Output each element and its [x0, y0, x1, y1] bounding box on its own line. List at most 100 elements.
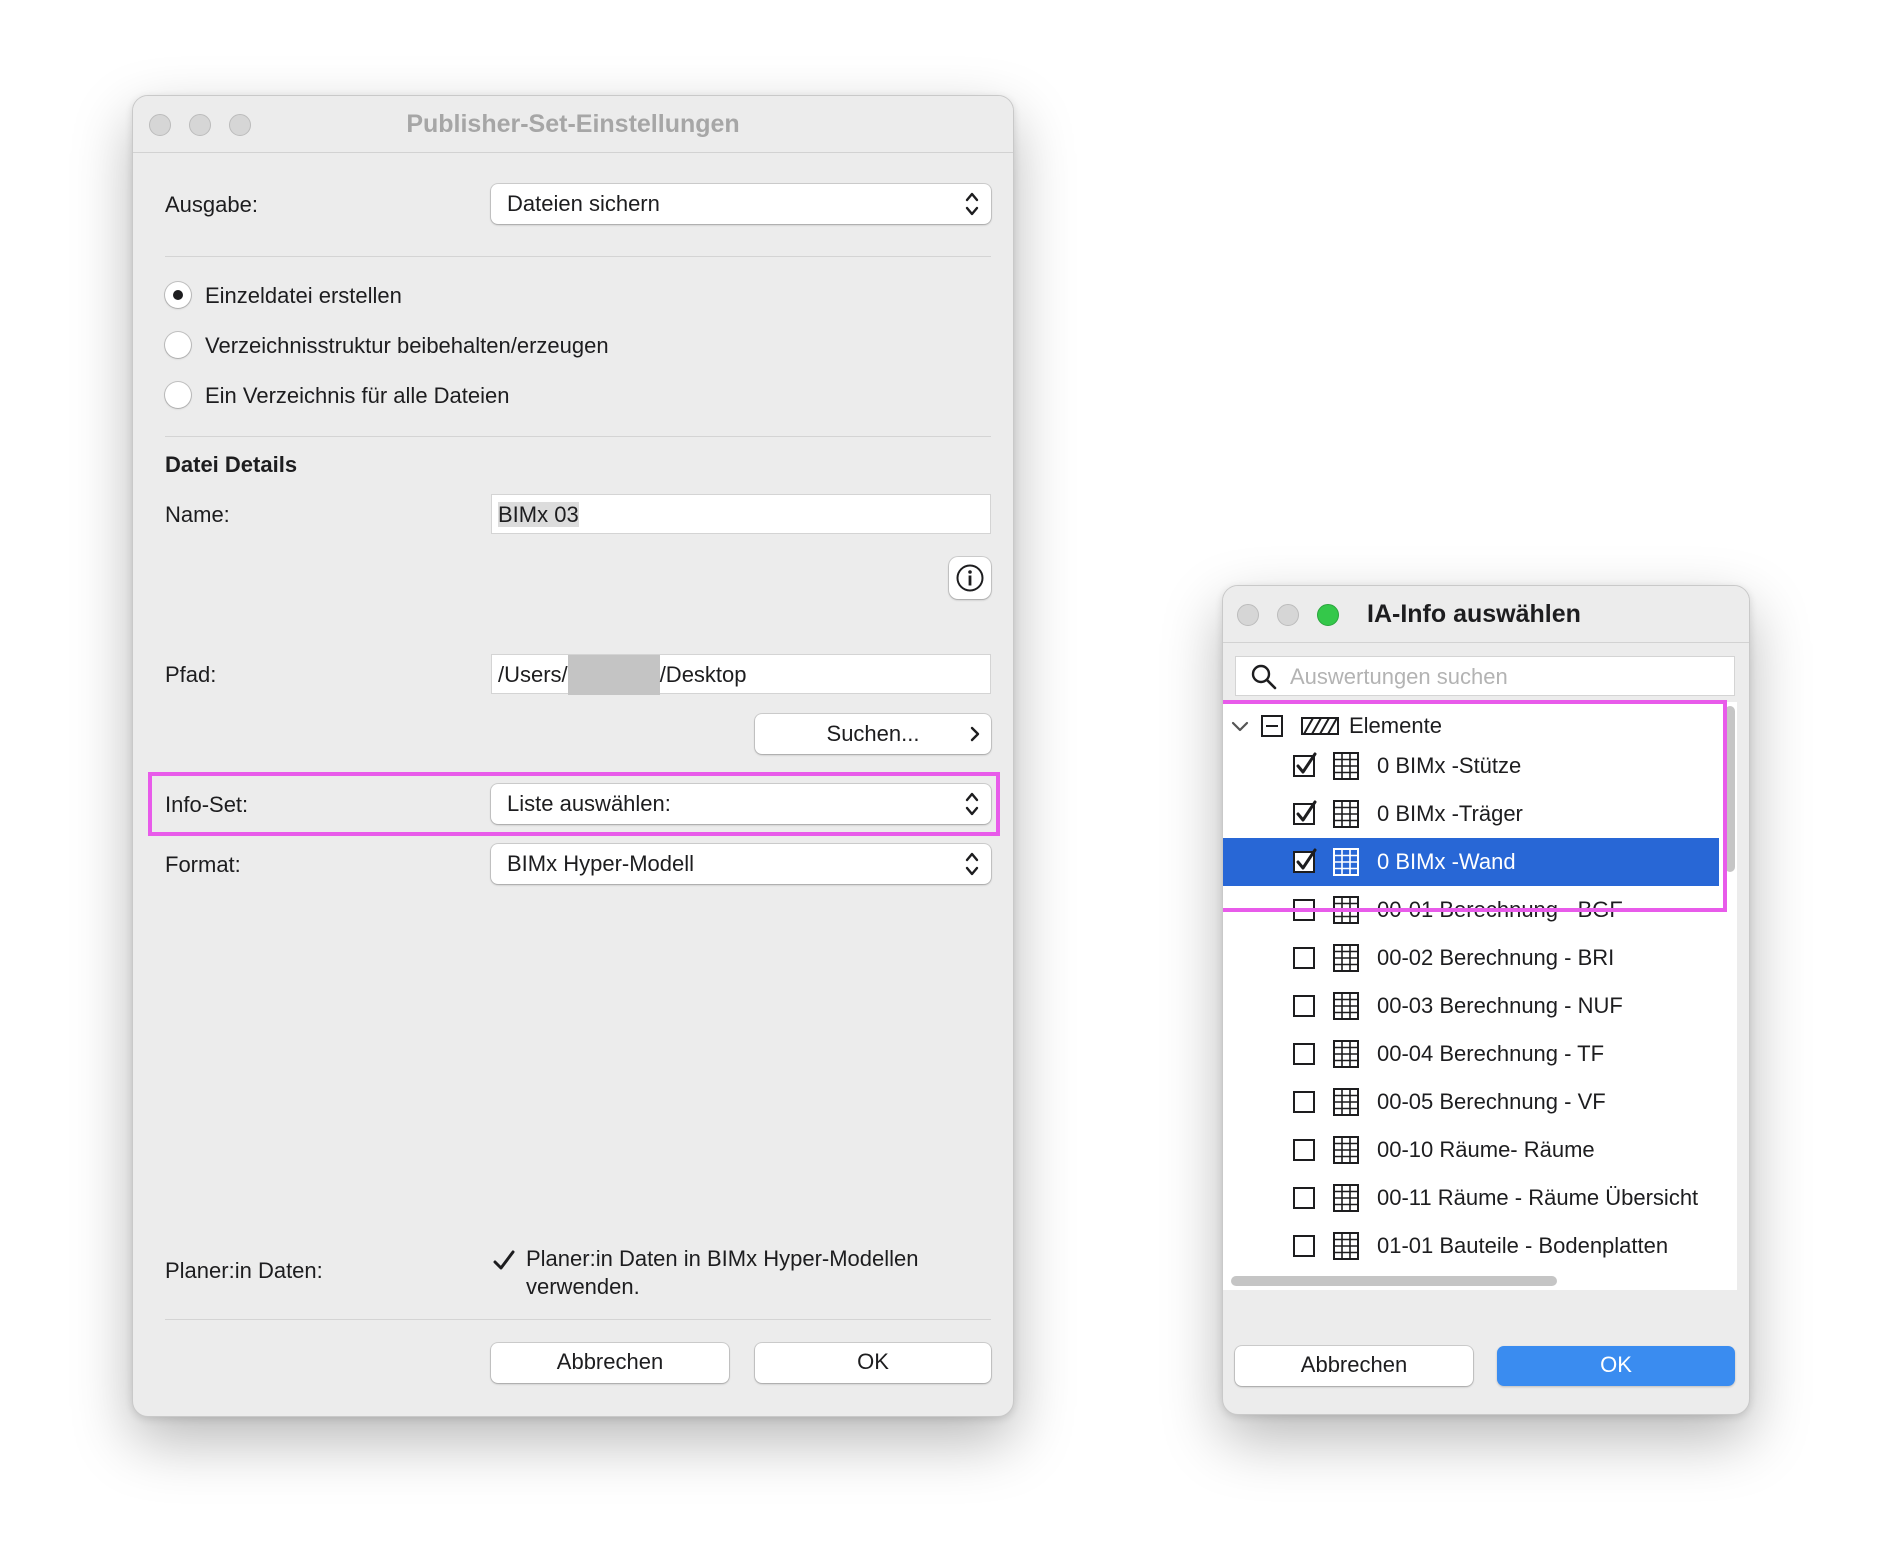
item-checkbox[interactable] [1293, 1091, 1315, 1113]
ausgabe-value: Dateien sichern [507, 191, 660, 216]
table-grid-icon [1333, 1040, 1359, 1068]
pfad-label: Pfad: [165, 662, 217, 687]
auswertungen-list[interactable]: Elemente 0 BIMx -Stütze 0 BIMx -Träger 0 B… [1223, 702, 1737, 1290]
name-input[interactable]: BIMx 03 [491, 494, 991, 534]
zoom-window-button[interactable] [1317, 604, 1339, 626]
list-item-label: 00-05 Berechnung - VF [1377, 1089, 1606, 1114]
checkmark-icon [493, 1250, 515, 1270]
ausgabe-popup[interactable]: Dateien sichern [491, 184, 991, 224]
horizontal-scrollbar[interactable] [1223, 1272, 1723, 1290]
list-item[interactable]: 00-04 Berechnung - TF [1223, 1030, 1719, 1078]
table-grid-icon [1333, 1232, 1359, 1260]
separator [165, 256, 991, 257]
radio-label-einzeldatei: Einzeldatei erstellen [205, 283, 402, 308]
infoset-value: Liste auswählen: [507, 791, 671, 816]
search-icon [1251, 664, 1277, 690]
item-checkbox[interactable] [1293, 995, 1315, 1017]
item-checkbox[interactable] [1293, 947, 1315, 969]
suchen-button[interactable]: Suchen... [755, 714, 991, 754]
list-item-label: 00-11 Räume - Räume Übersicht [1377, 1185, 1699, 1210]
up-down-chevron-icon [965, 852, 979, 876]
item-checkbox[interactable] [1293, 899, 1315, 921]
info-button[interactable] [949, 557, 991, 599]
table-grid-icon [1333, 896, 1359, 924]
list-item-label: 00-01 Berechnung - BGF [1377, 897, 1623, 922]
pfad-input[interactable]: /Users/ /Desktop [491, 654, 991, 695]
list-item-label: 00-04 Berechnung - TF [1377, 1041, 1605, 1066]
planer-checkbox[interactable] [491, 1248, 517, 1274]
list-item-label: 00-02 Berechnung - BRI [1377, 945, 1615, 970]
publisher-set-window: Publisher-Set-Einstellungen Ausgabe: Dat… [132, 95, 1014, 1417]
vertical-scroll-thumb[interactable] [1725, 706, 1735, 872]
minimize-window-button[interactable] [1277, 604, 1299, 626]
list-item[interactable]: 0 BIMx -Stütze [1223, 742, 1719, 790]
separator [165, 436, 991, 437]
list-item[interactable]: 0 BIMx -Träger [1223, 790, 1719, 838]
ok-button[interactable]: OK [755, 1343, 991, 1383]
list-item[interactable]: 0 BIMx -Wand [1223, 838, 1719, 886]
item-checkbox[interactable] [1293, 1043, 1315, 1065]
title-bar[interactable]: Publisher-Set-Einstellungen [133, 96, 1013, 153]
radio-ein-verzeichnis[interactable] [165, 382, 191, 408]
chevron-down-icon[interactable] [1231, 720, 1249, 734]
table-grid-icon [1333, 944, 1359, 972]
list-item-label: 00-03 Berechnung - NUF [1377, 993, 1623, 1018]
list-item[interactable]: 00-03 Berechnung - NUF [1223, 982, 1719, 1030]
ia-info-window: IA-Info auswählen Auswertungen suchen El… [1222, 585, 1750, 1415]
item-checkbox[interactable] [1293, 1235, 1315, 1257]
item-checkbox[interactable] [1293, 1139, 1315, 1161]
infoset-label: Info-Set: [165, 792, 249, 817]
list-item-label: 01-01 Bauteile - Bodenplatten [1377, 1233, 1669, 1258]
list-item-label: 0 BIMx -Wand [1377, 849, 1516, 874]
radio-einzeldatei[interactable] [165, 282, 191, 308]
format-popup[interactable]: BIMx Hyper-Modell [491, 844, 991, 884]
separator [165, 1319, 991, 1320]
list-item-label: 0 BIMx -Träger [1377, 801, 1523, 826]
title-bar[interactable]: IA-Info auswählen [1223, 586, 1749, 643]
item-checkbox[interactable] [1293, 752, 1317, 777]
item-checkbox[interactable] [1293, 1187, 1315, 1209]
table-grid-icon [1333, 1136, 1359, 1164]
ok-button[interactable]: OK [1497, 1346, 1735, 1386]
format-label: Format: [165, 852, 241, 877]
list-item[interactable]: 00-10 Räume- Räume [1223, 1126, 1719, 1174]
window-title: IA-Info auswählen [1367, 600, 1581, 628]
list-item[interactable]: 00-11 Räume - Räume Übersicht [1223, 1174, 1719, 1222]
info-icon [956, 564, 984, 592]
list-item-label: 0 BIMx -Stütze [1377, 753, 1522, 778]
up-down-chevron-icon [965, 192, 979, 216]
close-window-button[interactable] [1237, 604, 1259, 626]
cancel-button[interactable]: Abbrechen [1235, 1346, 1473, 1386]
vertical-scrollbar[interactable] [1723, 702, 1735, 1290]
hatched-folder-icon [1301, 717, 1339, 735]
format-value: BIMx Hyper-Modell [507, 851, 695, 876]
mixed-state-checkbox[interactable] [1261, 715, 1283, 737]
pfad-prefix: /Users/ [498, 662, 568, 687]
search-field[interactable]: Auswertungen suchen [1235, 656, 1735, 696]
search-input[interactable]: Auswertungen suchen [1290, 664, 1508, 689]
planer-checkbox-label-line2: verwenden. [526, 1274, 640, 1299]
planer-label: Planer:in Daten: [165, 1258, 323, 1283]
item-checkbox[interactable] [1293, 848, 1317, 873]
list-item[interactable]: 01-01 Bauteile - Bodenplatten [1223, 1222, 1719, 1270]
cancel-button[interactable]: Abbrechen [491, 1343, 729, 1383]
redacted-username [567, 655, 660, 695]
list-item[interactable]: 00-02 Berechnung - BRI [1223, 934, 1719, 982]
infoset-popup[interactable]: Liste auswählen: [491, 784, 991, 824]
table-grid-icon [1333, 1184, 1359, 1212]
list-item[interactable]: 00-05 Berechnung - VF [1223, 1078, 1719, 1126]
table-grid-icon [1333, 800, 1359, 828]
item-checkbox[interactable] [1293, 800, 1317, 825]
list-item[interactable]: 00-01 Berechnung - BGF [1223, 886, 1719, 934]
horizontal-scroll-thumb[interactable] [1231, 1276, 1557, 1286]
radio-label-ein-verzeichnis: Ein Verzeichnis für alle Dateien [205, 383, 510, 408]
window-title: Publisher-Set-Einstellungen [406, 110, 740, 138]
planer-checkbox-label-line1: Planer:in Daten in BIMx Hyper-Modellen [526, 1246, 919, 1271]
pfad-suffix: /Desktop [659, 662, 747, 687]
table-grid-icon [1333, 1088, 1359, 1116]
chevron-right-icon [970, 726, 980, 742]
checkmark-icon [1296, 752, 1317, 774]
radio-verzeichnisstruktur[interactable] [165, 332, 191, 358]
radio-label-verzeichnisstruktur: Verzeichnisstruktur beibehalten/erzeugen [205, 333, 609, 358]
table-grid-icon [1333, 752, 1359, 780]
